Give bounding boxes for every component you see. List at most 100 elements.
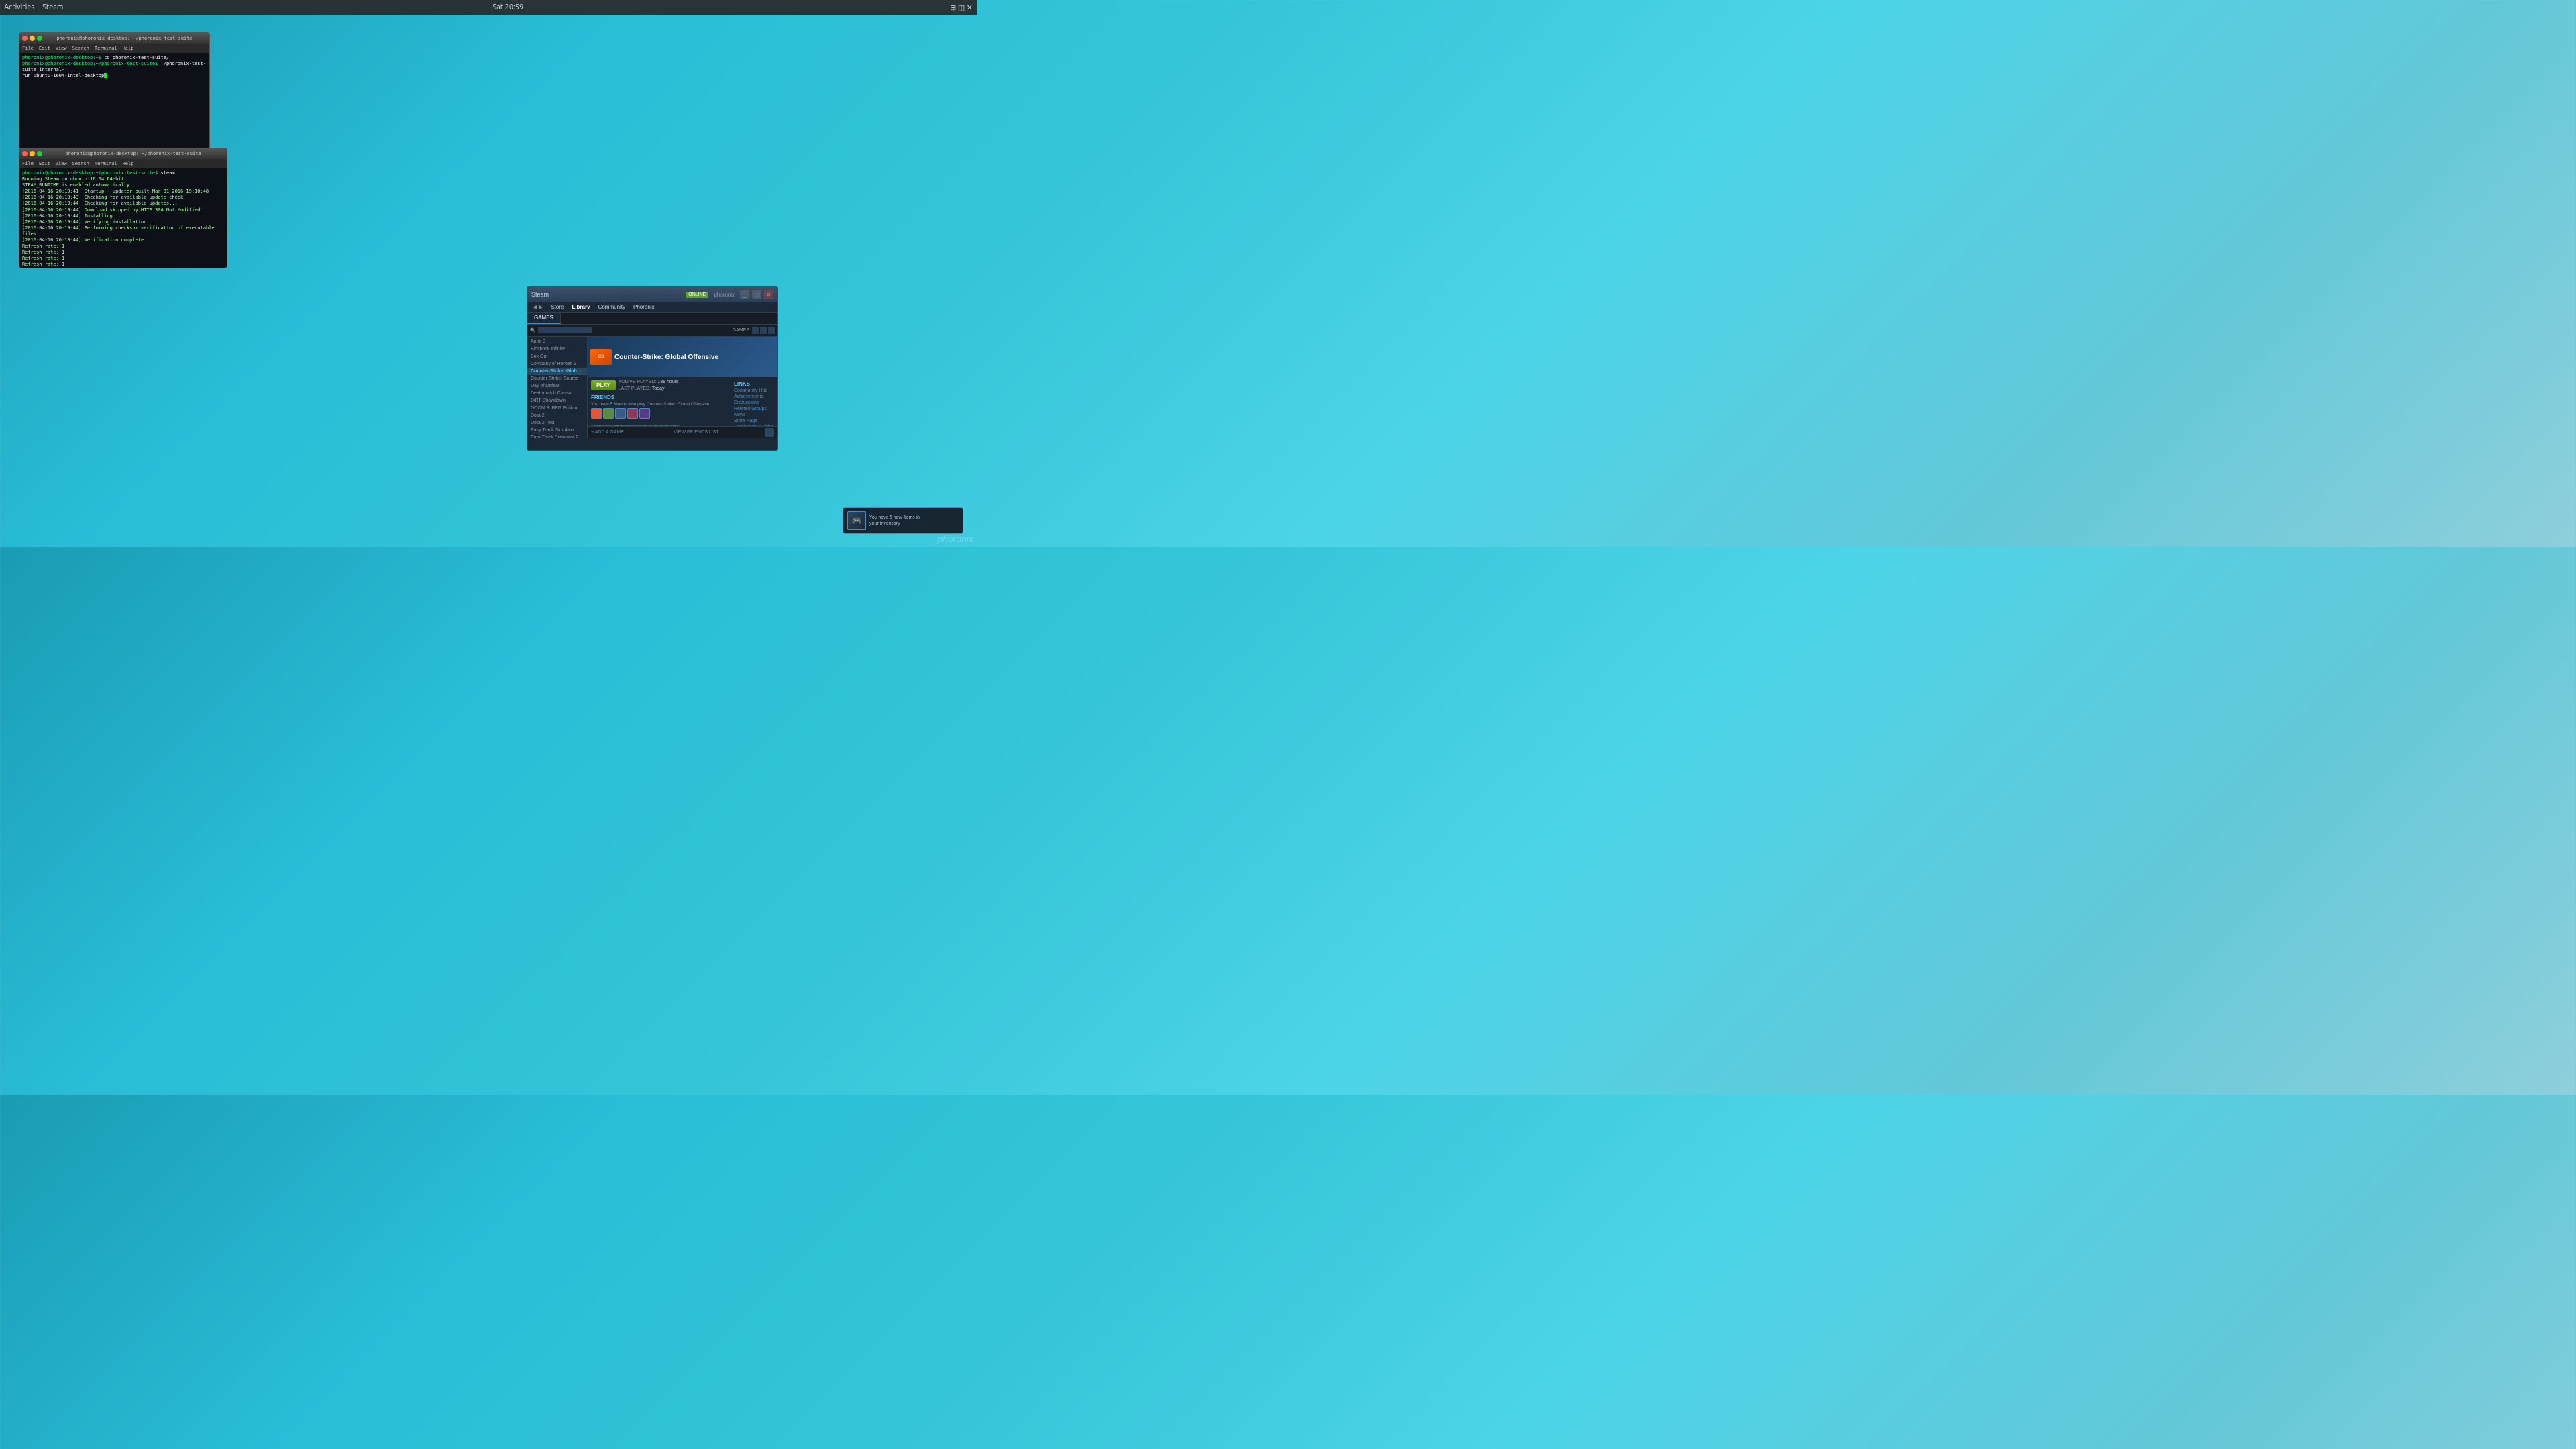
link-achievements[interactable]: Achievements — [734, 394, 774, 399]
game-item-css[interactable]: Counter-Strike: Source — [527, 375, 587, 382]
steam-tab-games[interactable]: GAMES — [527, 313, 561, 324]
friends-who-play: You have 5 friends who play Counter-Stri… — [591, 402, 731, 407]
terminal-2-menu-file[interactable]: File — [22, 161, 34, 166]
game-item-deathmatch[interactable]: Deathmatch Classic — [527, 390, 587, 397]
friend-avatar-5[interactable] — [639, 408, 650, 419]
steam-game-header: CS Counter-Strike: Global Offensive — [588, 337, 777, 377]
steam-nav-phoronix[interactable]: Phoronix — [633, 304, 655, 310]
game-logo: CS — [590, 349, 612, 365]
terminal-2-window-buttons[interactable] — [22, 151, 42, 156]
steam-nav-store[interactable]: Store — [551, 304, 564, 310]
terminal-2-min-btn[interactable] — [30, 151, 35, 156]
game-item-company-of-heroes[interactable]: Company of Heroes 3 — [527, 360, 587, 368]
game-item-dod[interactable]: Day of Defeat — [527, 382, 587, 390]
steam-titlebar: Steam ONLINE phoronix _ □ ✕ — [527, 287, 777, 302]
game-item-doom3[interactable]: DOOM 3: BFG Edition — [527, 405, 587, 412]
terminal-1-menu-terminal[interactable]: Terminal — [95, 46, 117, 51]
add-game-btn[interactable]: + ADD A GAME... — [591, 430, 628, 435]
hours-played: YOU'VE PLAYED: 138 hours — [619, 379, 679, 386]
refresh-rate-1: Refresh rate: 1 — [22, 244, 224, 250]
steam-min-btn[interactable]: _ — [740, 290, 749, 299]
last-played: LAST PLAYED: Today — [619, 386, 679, 392]
taskbar: Activities Steam Sat 20:59 ⊞ ◫ ✕ — [0, 0, 977, 15]
friend-avatar-4[interactable] — [627, 408, 638, 419]
terminal-1-line3: run ubuntu-1604-intel-desktop — [22, 73, 207, 79]
game-item-dota2[interactable]: Dota 2 — [527, 412, 587, 419]
taskbar-icons: ⊞ ◫ ✕ — [950, 3, 973, 12]
terminal-2-max-btn[interactable] — [37, 151, 42, 156]
game-item-bioshock[interactable]: Bioshock Infinite — [527, 345, 587, 353]
view-friends-list-btn[interactable]: VIEW FRIENDS LIST — [674, 430, 718, 435]
terminal-1-title: phoronix@phoronix-desktop: ~/phoronix-te… — [42, 36, 207, 41]
game-item-dota2test[interactable]: Dota 2 Test — [527, 419, 587, 427]
terminal-2: phoronix@phoronix-desktop: ~/phoronix-te… — [19, 148, 227, 268]
steam-game-list: Anno 3 Bioshock Infinite Box Out Company… — [527, 337, 588, 438]
game-item-dirt[interactable]: DiRT Showdown — [527, 397, 587, 405]
terminal-1-body: phoronix@phoronix-desktop:~$ cd phoronix… — [19, 53, 209, 149]
link-community-hub[interactable]: Community Hub — [734, 388, 774, 393]
refresh-rate-2: Refresh rate: 1 — [22, 250, 224, 256]
game-logo-area: CS Counter-Strike: Global Offensive — [590, 349, 718, 365]
taskbar-steam[interactable]: Steam — [40, 3, 66, 11]
steam-search-label: 🔍 — [530, 328, 536, 333]
steam-nav-back[interactable]: ◀ — [533, 304, 537, 310]
steam-nav-arrows[interactable]: ◀ ▶ — [533, 304, 543, 310]
terminal-2-menu-terminal[interactable]: Terminal — [95, 161, 117, 166]
refresh-rate-4: Refresh rate: 1 — [22, 262, 224, 268]
steam-title: Steam — [531, 291, 549, 298]
game-item-ets1[interactable]: Easy Track Simulator — [527, 427, 587, 434]
link-related-groups[interactable]: Related Groups — [734, 407, 774, 411]
terminal-2-close-btn[interactable] — [22, 151, 28, 156]
terminal-2-title: phoronix@phoronix-desktop: ~/phoronix-te… — [42, 151, 224, 156]
steam-nav-library[interactable]: Library — [572, 304, 590, 310]
steam-close-btn[interactable]: ✕ — [764, 290, 773, 299]
game-item-anno[interactable]: Anno 3 — [527, 338, 587, 345]
terminal-2-menu-edit[interactable]: Edit — [39, 161, 50, 166]
steam-friends-icon[interactable] — [765, 428, 774, 437]
steam-max-btn[interactable]: □ — [752, 290, 761, 299]
play-section: PLAY YOU'VE PLAYED: 138 hours LAST PLAYE… — [591, 379, 731, 392]
terminal-1-menu[interactable]: File Edit View Search Terminal Help — [19, 44, 209, 53]
terminal-1-close-btn[interactable] — [22, 36, 28, 41]
steam-nav-forward[interactable]: ▶ — [539, 304, 543, 310]
steam-footer: + ADD A GAME... VIEW FRIENDS LIST — [588, 426, 777, 438]
game-item-csgo[interactable]: Counter-Strike: Global Offensive — [527, 368, 587, 375]
steam-nav-community[interactable]: Community — [598, 304, 625, 310]
friend-avatar-3[interactable] — [615, 408, 626, 419]
terminal-1-menu-file[interactable]: File — [22, 46, 34, 51]
link-news[interactable]: News — [734, 413, 774, 417]
terminal-2-menu-view[interactable]: View — [56, 161, 67, 166]
terminal-1-menu-edit[interactable]: Edit — [39, 46, 50, 51]
terminal-1-max-btn[interactable] — [37, 36, 42, 41]
refresh-rate-3: Refresh rate: 1 — [22, 256, 224, 262]
terminal-1-menu-search[interactable]: Search — [72, 46, 89, 51]
steam-list-view-btn[interactable] — [752, 327, 759, 334]
terminal-1-menu-view[interactable]: View — [56, 46, 67, 51]
friend-avatar-2[interactable] — [603, 408, 614, 419]
links-title: LINKS — [734, 381, 774, 387]
friend-avatar-1[interactable] — [591, 408, 602, 419]
play-button[interactable]: PLAY — [591, 380, 616, 390]
terminal-1-min-btn[interactable] — [30, 36, 35, 41]
notification-text: You have 5 new items in your inventory — [869, 515, 920, 527]
terminal-2-menu-search[interactable]: Search — [72, 161, 89, 166]
terminal-1-menu-help[interactable]: Help — [123, 46, 134, 51]
steam-detail-view-btn[interactable] — [768, 327, 775, 334]
steam-tabs: GAMES — [527, 313, 777, 325]
link-store-page[interactable]: Store Page — [734, 419, 774, 423]
steam-title-buttons: ONLINE phoronix _ □ ✕ — [686, 290, 773, 299]
phoronix-watermark: phoronix — [937, 533, 973, 544]
game-item-ets2[interactable]: Euro Truck Simulator 2 — [527, 434, 587, 438]
activities-label[interactable]: Activities — [4, 3, 34, 11]
notification-avatar: 🎮 — [847, 511, 866, 530]
terminal-2-menu[interactable]: File Edit View Search Terminal Help — [19, 159, 227, 168]
terminal-1-window-buttons[interactable] — [22, 36, 42, 41]
steam-grid-view-btn[interactable] — [760, 327, 767, 334]
steam-search-input[interactable] — [538, 327, 592, 333]
link-discussions[interactable]: Discussions — [734, 400, 774, 405]
terminal-1-line2: phoronix@phoronix-desktop:~/phoronix-tes… — [22, 61, 207, 73]
terminal-1-line1: phoronix@phoronix-desktop:~$ cd phoronix… — [22, 55, 207, 61]
terminal-2-menu-help[interactable]: Help — [123, 161, 134, 166]
game-title: Counter-Strike: Global Offensive — [614, 354, 718, 361]
game-item-boxout[interactable]: Box Out — [527, 353, 587, 360]
